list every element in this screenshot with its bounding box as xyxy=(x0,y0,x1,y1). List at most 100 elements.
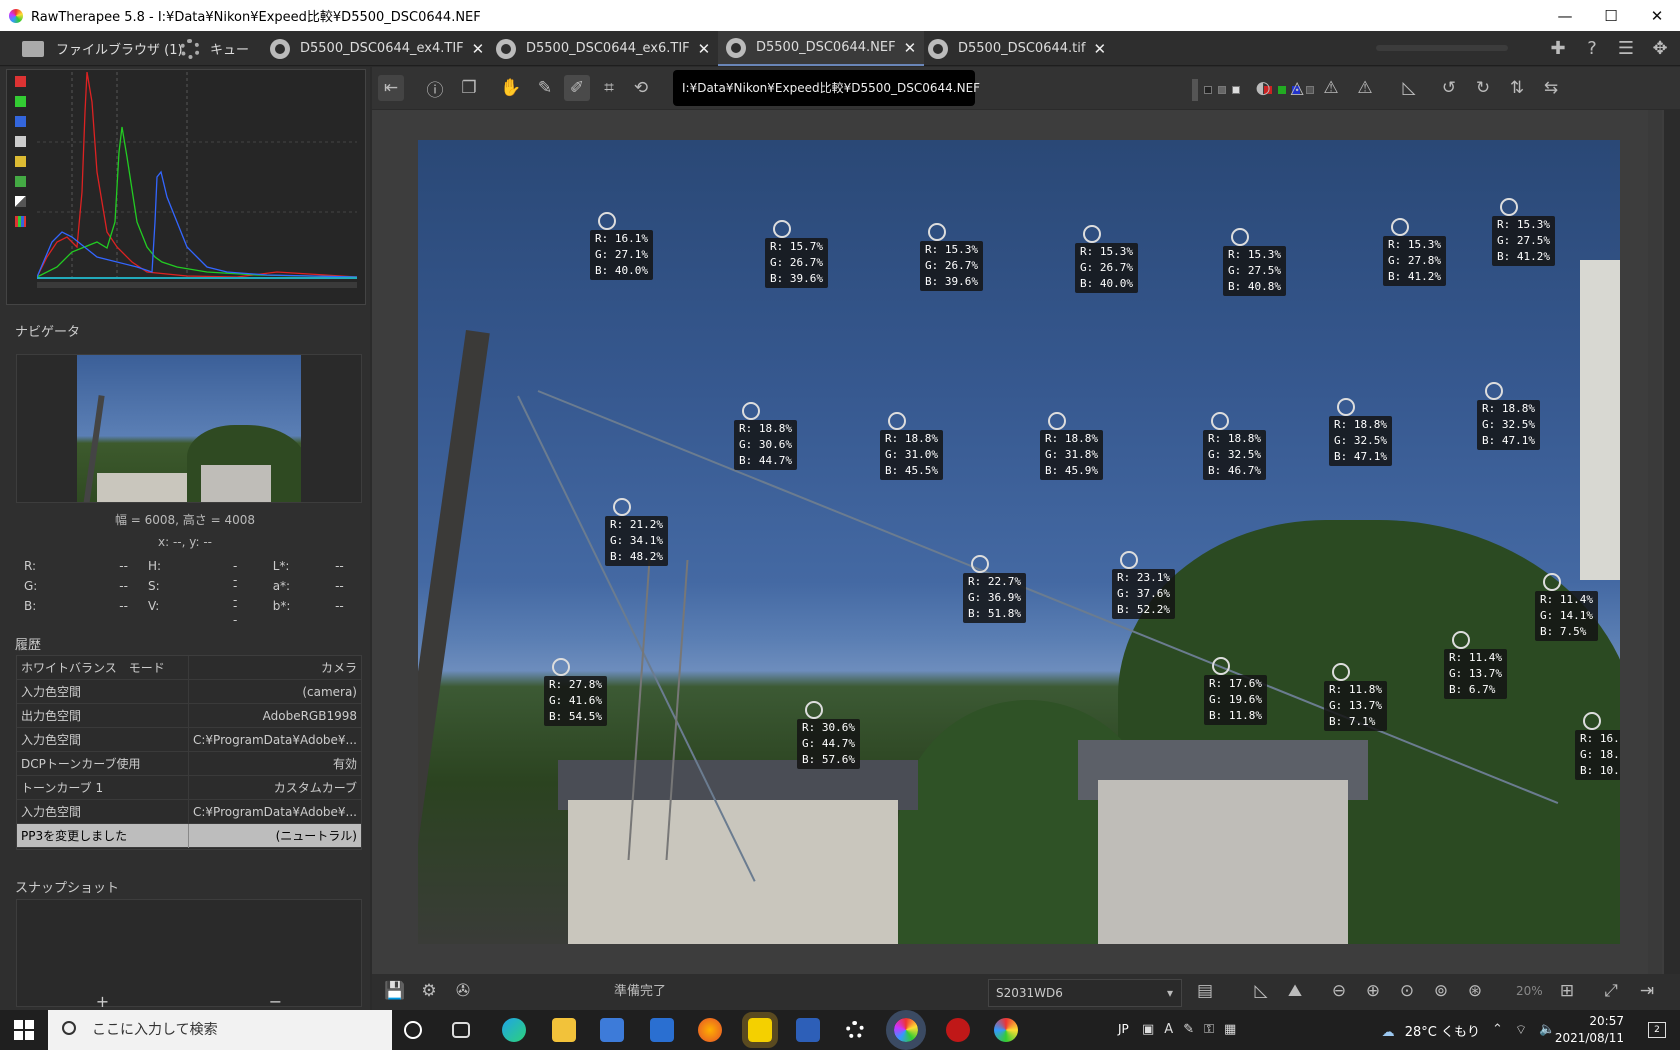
chroma-toggle[interactable] xyxy=(15,156,26,167)
close-tab-icon[interactable]: ✕ xyxy=(904,39,917,57)
tab-file-browser[interactable]: ファイルブラウザ (1) xyxy=(22,31,183,66)
history-row[interactable]: トーンカーブ 1 カスタムカーブ xyxy=(17,775,361,800)
probe-ring-icon[interactable] xyxy=(1391,218,1409,236)
probe-ring-icon[interactable] xyxy=(928,223,946,241)
zoom-fit-crop-icon[interactable]: ⊚ xyxy=(1428,978,1454,1004)
tab-editor-ex4[interactable]: D5500_DSC0644_ex4.TIF ✕ xyxy=(270,31,484,66)
probe-ring-icon[interactable] xyxy=(805,701,823,719)
perspective-icon[interactable]: ◺ xyxy=(1396,75,1422,101)
probe-ring-icon[interactable] xyxy=(1583,712,1601,730)
store-icon[interactable] xyxy=(600,1018,624,1042)
task-view-icon[interactable] xyxy=(452,1022,470,1038)
history-row-selected[interactable]: PP3を変更しました (ニュートラル) xyxy=(17,823,361,848)
fullscreen-toggle-icon[interactable]: ⤢ xyxy=(1598,978,1624,1004)
navigator-thumbnail[interactable] xyxy=(77,355,301,502)
tab-editor-nef[interactable]: D5500_DSC0644.NEF ✕ xyxy=(718,31,925,66)
probe-ring-icon[interactable] xyxy=(1083,225,1101,243)
probe-ring-icon[interactable] xyxy=(613,498,631,516)
probe-ring-icon[interactable] xyxy=(1543,573,1561,591)
zoom-out-icon[interactable]: ⊖ xyxy=(1326,978,1352,1004)
rendering-intent-icon[interactable]: ▤ xyxy=(1192,978,1218,1004)
settings-icon[interactable] xyxy=(846,1021,864,1039)
tray-icon[interactable]: ⚿ xyxy=(1204,1022,1214,1037)
history-row[interactable]: 入力色空間 C:¥ProgramData¥Adobe¥... xyxy=(17,799,361,824)
weather-widget[interactable]: ☁ 28°C くもり xyxy=(1382,1021,1480,1040)
probe-ring-icon[interactable] xyxy=(1452,631,1470,649)
history-row[interactable]: 出力色空間 AdobeRGB1998 xyxy=(17,703,361,728)
blue-channel-toggle[interactable] xyxy=(15,116,26,127)
clock[interactable]: 20:57 2021/08/11 xyxy=(1555,1013,1624,1047)
info-icon[interactable]: ⓘ xyxy=(422,75,448,101)
help-icon[interactable]: ? xyxy=(1580,36,1604,60)
preview-black-icon[interactable] xyxy=(1204,86,1212,94)
flip-horizontal-icon[interactable]: ⇆ xyxy=(1538,75,1564,101)
new-detail-window-icon[interactable]: ✚ xyxy=(1546,36,1570,60)
history-row[interactable]: ホワイトバランス モード カメラ xyxy=(17,655,361,680)
probe-ring-icon[interactable] xyxy=(888,412,906,430)
minimize-button[interactable]: — xyxy=(1542,0,1588,31)
probe-ring-icon[interactable] xyxy=(773,220,791,238)
probe-ring-icon[interactable] xyxy=(1231,228,1249,246)
green-channel-toggle[interactable] xyxy=(15,96,26,107)
hand-tool-icon[interactable]: ✋ xyxy=(498,75,524,101)
rotate-left-icon[interactable]: ↺ xyxy=(1436,75,1462,101)
probe-ring-icon[interactable] xyxy=(742,402,760,420)
tray-icon[interactable]: ▦ xyxy=(1224,1022,1236,1037)
history-row[interactable]: DCPトーンカーブ使用 有効 xyxy=(17,751,361,776)
monitor-profile-select[interactable]: S2031WD6 xyxy=(988,979,1182,1007)
taskbar-search[interactable]: ここに入力して検索 xyxy=(48,1010,392,1050)
hide-right-panel-icon[interactable]: ⇥ xyxy=(1634,978,1660,1004)
probe-ring-icon[interactable] xyxy=(1120,551,1138,569)
raw-histogram-toggle[interactable] xyxy=(15,176,26,187)
new-detail-window-icon[interactable]: ⊞ xyxy=(1554,978,1580,1004)
queue-icon[interactable]: ⚙ xyxy=(416,978,442,1004)
straighten-icon[interactable]: ⟲ xyxy=(628,75,654,101)
clipped-highlights-warning-icon[interactable]: ⚠ xyxy=(1318,75,1344,101)
external-editor-icon[interactable]: ✇ xyxy=(450,978,476,1004)
snapshot-list[interactable] xyxy=(16,899,362,1007)
tray-icon[interactable]: ✎ xyxy=(1183,1022,1194,1037)
zoom-100-icon[interactable]: ⊛ xyxy=(1462,978,1488,1004)
navigator-box[interactable] xyxy=(16,354,362,503)
notification-icon[interactable]: 2 xyxy=(1648,1022,1666,1038)
probe-ring-icon[interactable] xyxy=(1337,398,1355,416)
edge-icon[interactable] xyxy=(502,1018,526,1042)
hide-left-panel-icon[interactable]: ⇤ xyxy=(378,75,404,101)
focus-mask-icon[interactable]: ◐ xyxy=(1250,75,1276,101)
probe-ring-icon[interactable] xyxy=(1500,198,1518,216)
tab-editor-tif[interactable]: D5500_DSC0644.tif ✕ xyxy=(928,31,1106,66)
probe-ring-icon[interactable] xyxy=(1212,657,1230,675)
close-tab-icon[interactable]: ✕ xyxy=(698,40,711,58)
image-canvas[interactable]: R: 16.1% G: 27.1% B: 40.0% R: 15.7% G: 2… xyxy=(372,110,1664,974)
ime-mode-icon[interactable]: A xyxy=(1164,1022,1173,1037)
probe-ring-icon[interactable] xyxy=(598,212,616,230)
show-hidden-icons-icon[interactable]: ⌃ xyxy=(1492,1022,1503,1038)
tab-editor-ex6[interactable]: D5500_DSC0644_ex6.TIF ✕ xyxy=(496,31,710,66)
history-row[interactable]: 入力色空間 C:¥ProgramData¥Adobe¥... xyxy=(17,727,361,752)
sticky-notes-icon[interactable] xyxy=(742,1012,778,1048)
luminance-toggle[interactable] xyxy=(15,136,26,147)
white-balance-picker-icon[interactable]: ✎ xyxy=(532,75,558,101)
app-icon[interactable] xyxy=(946,1018,970,1042)
bar-toggle[interactable] xyxy=(15,196,26,207)
preview-white-icon[interactable] xyxy=(1232,86,1240,94)
tab-queue[interactable]: キュー xyxy=(180,31,249,66)
file-explorer-icon[interactable] xyxy=(552,1018,576,1042)
firefox-icon[interactable] xyxy=(698,1018,722,1042)
history-row[interactable]: 入力色空間 (camera) xyxy=(17,679,361,704)
close-tab-icon[interactable]: ✕ xyxy=(1093,40,1106,58)
start-button[interactable] xyxy=(14,1020,34,1040)
zoom-in-icon[interactable]: ⊕ xyxy=(1360,978,1386,1004)
preferences-icon[interactable]: ☰ xyxy=(1614,36,1638,60)
volume-icon[interactable]: 🔈 xyxy=(1539,1022,1555,1038)
app-icon[interactable] xyxy=(994,1018,1018,1042)
app-icon[interactable] xyxy=(796,1018,820,1042)
save-icon[interactable]: 💾 xyxy=(382,978,408,1004)
color-picker-icon[interactable]: ✐ xyxy=(564,75,590,101)
probe-ring-icon[interactable] xyxy=(971,555,989,573)
rgb-bar-toggle[interactable] xyxy=(15,216,26,227)
photo-preview[interactable]: R: 16.1% G: 27.1% B: 40.0% R: 15.7% G: 2… xyxy=(418,140,1620,944)
preview-gray-icon[interactable] xyxy=(1218,86,1226,94)
before-after-icon[interactable]: ❐ xyxy=(456,75,482,101)
close-window-button[interactable]: ✕ xyxy=(1634,0,1680,31)
